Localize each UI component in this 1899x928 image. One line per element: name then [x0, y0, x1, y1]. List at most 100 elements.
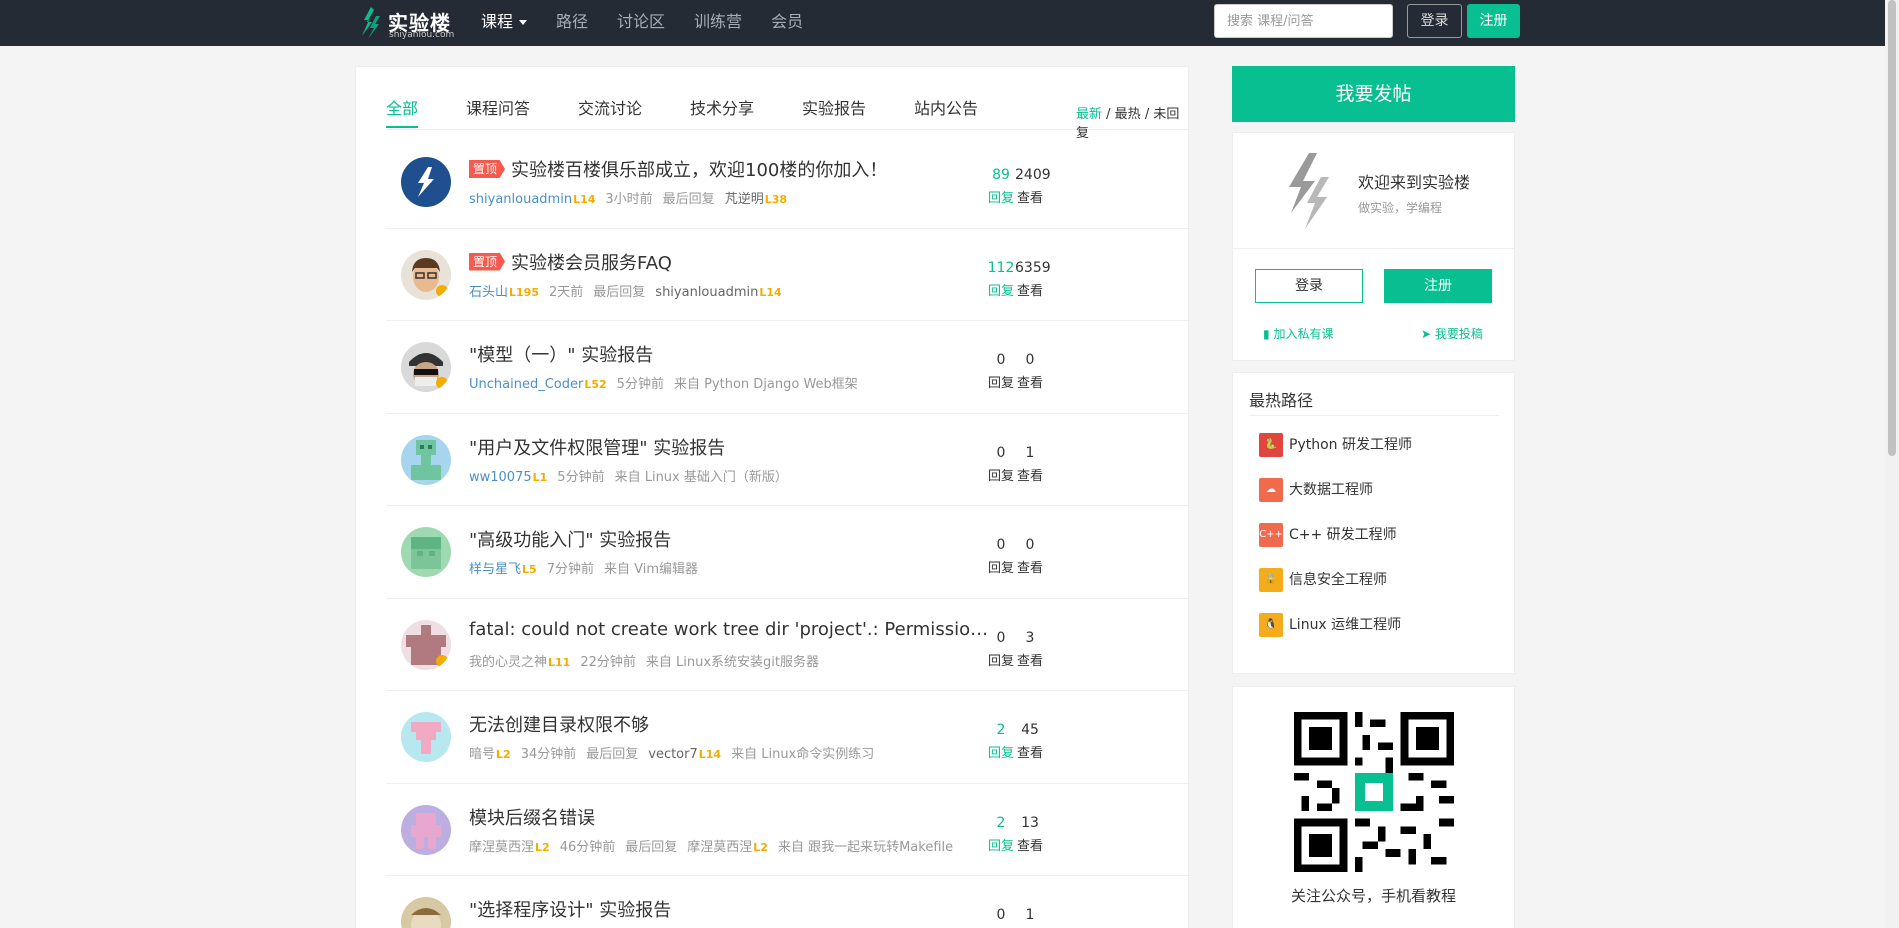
tab-tech-share[interactable]: 技术分享 — [690, 98, 754, 120]
post-time: 34分钟前 — [520, 747, 577, 762]
post-time: 5分钟前 — [616, 377, 664, 392]
avatar[interactable] — [401, 619, 451, 670]
nav-vip[interactable]: 会员 — [771, 0, 803, 46]
tab-discussion[interactable]: 交流讨论 — [578, 98, 642, 120]
post-title[interactable]: 无法创建目录权限不够 — [469, 711, 649, 737]
sidebar-register-button[interactable]: 注册 — [1384, 269, 1492, 303]
forum-panel: 全部 课程问答 交流讨论 技术分享 实验报告 站内公告 最新 / 最热 / 未回… — [355, 66, 1192, 928]
path-item-linux[interactable]: 🐧 Linux 运维工程师 — [1259, 612, 1401, 638]
avatar[interactable] — [401, 249, 451, 300]
post-title[interactable]: 模块后缀名错误 — [469, 804, 595, 830]
path-label: 大数据工程师 — [1289, 482, 1373, 498]
avatar[interactable] — [401, 527, 451, 577]
last-reply-user[interactable]: vector7 — [648, 747, 698, 762]
view-label: 查看 — [1016, 746, 1043, 761]
tab-course-qa[interactable]: 课程问答 — [466, 98, 530, 120]
main-nav: 课程 路径 讨论区 训练营 会员 — [481, 0, 832, 46]
last-reply-label: 最后回复 — [586, 747, 639, 762]
sort-hottest[interactable]: 最热 — [1115, 107, 1141, 122]
path-item-python[interactable]: 🐍 Python 研发工程师 — [1259, 432, 1412, 458]
page-scrollbar[interactable] — [1885, 0, 1899, 928]
tab-lab-report[interactable]: 实验报告 — [802, 98, 866, 120]
nav-courses[interactable]: 课程 — [481, 0, 528, 46]
post-author[interactable]: 摩涅莫西涅 — [469, 840, 534, 855]
scrollbar-thumb[interactable] — [1888, 0, 1896, 456]
reply-label: 回复 — [987, 653, 1014, 669]
divider — [1249, 415, 1499, 416]
post-author[interactable]: 样与星飞 — [469, 562, 521, 577]
reply-count: 0 — [996, 907, 1006, 923]
bookmark-icon: ▮ — [1263, 327, 1270, 341]
tab-announcement[interactable]: 站内公告 — [914, 98, 978, 120]
avatar[interactable] — [401, 434, 451, 485]
qr-card: 关注公众号，手机看教程 — [1232, 686, 1515, 928]
view-count: 0 — [1025, 537, 1035, 553]
post-author[interactable]: 暗号 — [469, 747, 495, 762]
user-level: L1 — [532, 470, 548, 484]
post-meta: 石头山L195 2天前 最后回复 shiyanlouadminL14 — [469, 281, 792, 300]
tab-all[interactable]: 全部 — [386, 98, 419, 128]
avatar[interactable] — [401, 342, 451, 392]
path-item-cpp[interactable]: C++ C++ 研发工程师 — [1259, 522, 1397, 548]
path-item-security[interactable]: 🔒 信息安全工程师 — [1259, 567, 1387, 593]
nav-paths[interactable]: 路径 — [556, 0, 588, 46]
join-private-course-link[interactable]: ▮ 加入私有课 — [1263, 325, 1333, 342]
shiyanlou-logo-icon — [1289, 153, 1329, 229]
post-author[interactable]: 石头山 — [469, 285, 508, 300]
post-author[interactable]: ww10075 — [469, 470, 532, 485]
post-title[interactable]: "高级功能入门" 实验报告 — [469, 526, 671, 552]
nav-forum[interactable]: 讨论区 — [617, 0, 665, 46]
logo-domain: shiyanlou.com — [389, 30, 455, 40]
post-meta: 样与星飞L5 7分钟前 来自 Vim编辑器 — [469, 558, 708, 577]
sort-sep: / — [1140, 107, 1154, 122]
last-reply-user[interactable]: 芃逆明 — [725, 192, 764, 207]
user-level: L11 — [548, 655, 571, 669]
user-level: L38 — [764, 193, 788, 206]
avatar[interactable] — [401, 157, 451, 207]
post-source[interactable]: 来自 Python Django Web框架 — [674, 377, 858, 392]
hadoop-icon: ☁ — [1259, 478, 1283, 502]
reply-label: 回复 — [987, 468, 1014, 484]
post-row: 模块后缀名错误 摩涅莫西涅L2 46分钟前 最后回复 摩涅莫西涅L2 来自 跟我一起来玩… — [386, 784, 1192, 876]
new-post-button[interactable]: 我要发帖 — [1232, 66, 1515, 122]
welcome-title: 欢迎来到实验楼 — [1358, 173, 1471, 192]
avatar[interactable] — [401, 897, 451, 928]
login-button[interactable]: 登录 — [1407, 4, 1462, 38]
view-label: 查看 — [1016, 653, 1043, 669]
post-source[interactable]: 来自 跟我一起来玩转Makefile — [778, 840, 953, 855]
reply-count: 112 — [987, 259, 1015, 276]
post-title[interactable]: "模型（一）" 实验报告 — [469, 341, 653, 367]
post-meta: 暗号L2 34分钟前 最后回复 vector7L14 来自 Linux命令实例练习 — [469, 743, 884, 762]
post-meta: 我的心灵之神L11 22分钟前 来自 Linux系统安装git服务器 — [469, 651, 829, 670]
site-logo[interactable]: 实验楼 shiyanlou.com — [360, 4, 455, 42]
post-time: 22分钟前 — [580, 654, 636, 670]
avatar[interactable] — [401, 804, 451, 855]
register-button[interactable]: 注册 — [1467, 4, 1520, 38]
nav-courses-label: 课程 — [481, 12, 514, 31]
post-title[interactable]: 置顶 实验楼会员服务FAQ — [469, 249, 672, 275]
last-reply-user[interactable]: 摩涅莫西涅 — [687, 840, 752, 855]
post-author[interactable]: Unchained_Coder — [469, 377, 583, 392]
qr-caption: 关注公众号，手机看教程 — [1290, 887, 1456, 905]
post-meta: Unchained_CoderL52 5分钟前 来自 Python Django W… — [469, 373, 868, 392]
contribute-link[interactable]: ➤ 我要投稿 — [1421, 325, 1483, 342]
search-input[interactable] — [1214, 4, 1393, 38]
sidebar-login-button[interactable]: 登录 — [1255, 269, 1363, 303]
post-title[interactable]: 置顶 实验楼百楼俱乐部成立，欢迎100楼的你加入！ — [469, 156, 887, 182]
post-source[interactable]: 来自 Linux命令实例练习 — [731, 747, 874, 762]
nav-bootcamp[interactable]: 训练营 — [694, 0, 742, 46]
post-row: 置顶 实验楼会员服务FAQ 石头山L195 2天前 最后回复 shiyanlouadmi… — [386, 229, 1192, 321]
post-title[interactable]: "选择程序设计" 实验报告 — [469, 896, 671, 922]
post-title[interactable]: fatal: could not create work tree dir 'p… — [469, 619, 999, 640]
avatar[interactable] — [401, 712, 451, 762]
post-author[interactable]: 我的心灵之神 — [469, 655, 547, 670]
post-source[interactable]: 来自 Linux系统安装git服务器 — [646, 655, 819, 670]
path-item-bigdata[interactable]: ☁ 大数据工程师 — [1259, 477, 1373, 503]
send-icon: ➤ — [1421, 327, 1432, 341]
sort-newest[interactable]: 最新 — [1076, 107, 1102, 122]
post-source[interactable]: 来自 Linux 基础入门（新版） — [615, 470, 788, 485]
post-author[interactable]: shiyanlouadmin — [469, 192, 572, 207]
last-reply-user[interactable]: shiyanlouadmin — [655, 285, 758, 300]
post-title[interactable]: "用户及文件权限管理" 实验报告 — [469, 434, 725, 460]
post-source[interactable]: 来自 Vim编辑器 — [604, 562, 698, 577]
